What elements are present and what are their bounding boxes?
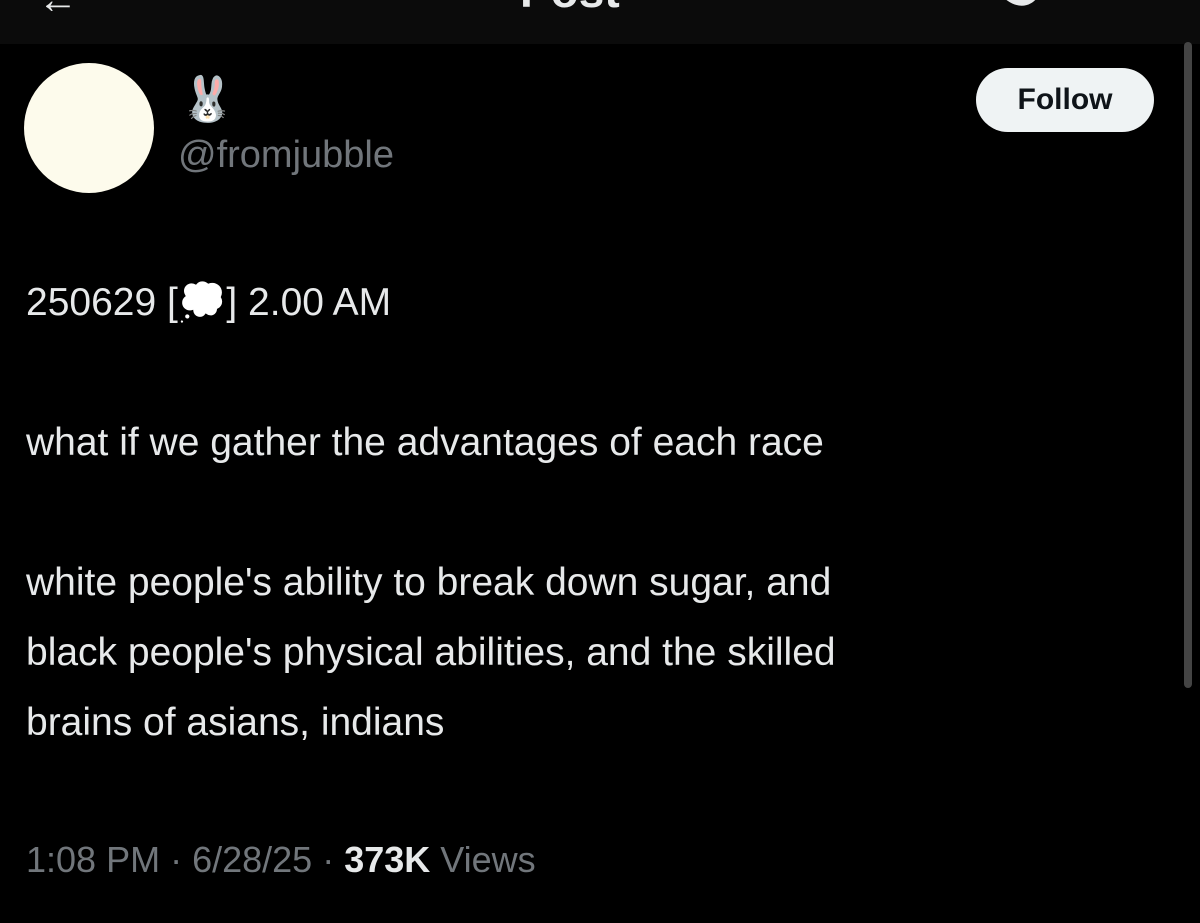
back-arrow-icon[interactable]: ← (38, 0, 78, 20)
views-label[interactable]: Views (430, 839, 535, 880)
thread-icon[interactable] (990, 0, 1050, 26)
post-line-1-suffix: ] 2.00 AM (226, 281, 392, 324)
post-line-1-prefix: 250629 [ (26, 281, 178, 324)
post-date[interactable]: 6/28/25 (192, 839, 312, 880)
user-handle[interactable]: @fromjubble (178, 134, 394, 177)
display-name[interactable]: 🐰 (180, 72, 235, 128)
avatar[interactable] (24, 63, 154, 193)
views-count[interactable]: 373K (344, 839, 430, 880)
separator: · (160, 839, 193, 880)
scrollbar[interactable] (1184, 42, 1192, 688)
post-metadata: 1:08 PM · 6/28/25 · 373K Views (26, 836, 536, 884)
separator: · (312, 839, 345, 880)
thought-bubble-icon: 💭 (177, 281, 227, 324)
follow-button[interactable]: Follow (976, 68, 1154, 132)
post-line-3: white people's ability to break down sug… (26, 561, 832, 604)
post-line-5: brains of asians, indians (26, 701, 445, 744)
post-line-4: black people's physical abilities, and t… (26, 631, 836, 674)
post-line-1: 250629 [💭] 2.00 AM (26, 268, 1156, 338)
top-bar: ← Post (0, 0, 1200, 44)
post-text: 250629 [💭] 2.00 AM what if we gather the… (26, 268, 1156, 758)
post-line-2: what if we gather the advantages of each… (26, 421, 824, 464)
post-time[interactable]: 1:08 PM (26, 839, 160, 880)
page-title: Post (520, 0, 620, 18)
